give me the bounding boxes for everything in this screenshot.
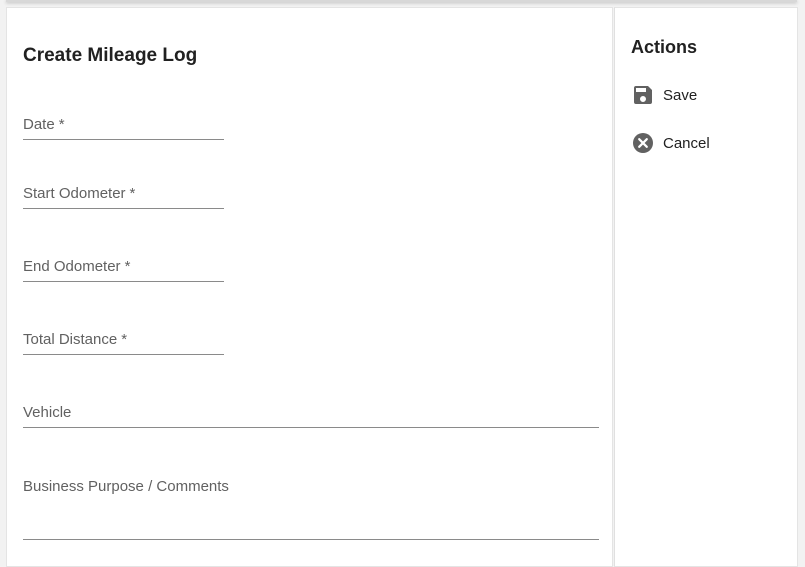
page-title: Create Mileage Log	[23, 45, 198, 66]
form-panel: Create Mileage Log Date * Start Odometer *…	[6, 7, 613, 567]
cancel-button[interactable]: Cancel	[631, 131, 710, 155]
business-purpose-field[interactable]: Business Purpose / Comments	[23, 474, 599, 540]
date-field[interactable]: Date *	[23, 116, 224, 140]
start-odometer-label: Start Odometer *	[23, 185, 136, 202]
total-distance-field[interactable]: Total Distance *	[23, 331, 224, 355]
actions-title: Actions	[631, 37, 698, 57]
business-purpose-label: Business Purpose / Comments	[23, 478, 229, 495]
vehicle-label: Vehicle	[23, 404, 72, 421]
end-odometer-label: End Odometer *	[23, 258, 131, 275]
vehicle-field[interactable]: Vehicle	[23, 404, 599, 428]
date-label: Date *	[23, 116, 65, 133]
top-app-bar-edge	[6, 0, 797, 2]
required-mark: *	[121, 331, 128, 348]
cancel-icon	[633, 133, 653, 153]
total-distance-label: Total Distance *	[23, 331, 128, 348]
required-mark: *	[58, 116, 65, 133]
cancel-label: Cancel	[663, 134, 710, 152]
save-button[interactable]: Save	[631, 83, 697, 107]
required-mark: *	[124, 258, 131, 275]
end-odometer-field[interactable]: End Odometer *	[23, 258, 224, 282]
required-mark: *	[129, 185, 136, 202]
save-label: Save	[663, 86, 698, 104]
start-odometer-field[interactable]: Start Odometer *	[23, 185, 224, 209]
save-icon	[634, 86, 652, 104]
actions-panel: Actions Save Cancel	[614, 7, 798, 567]
